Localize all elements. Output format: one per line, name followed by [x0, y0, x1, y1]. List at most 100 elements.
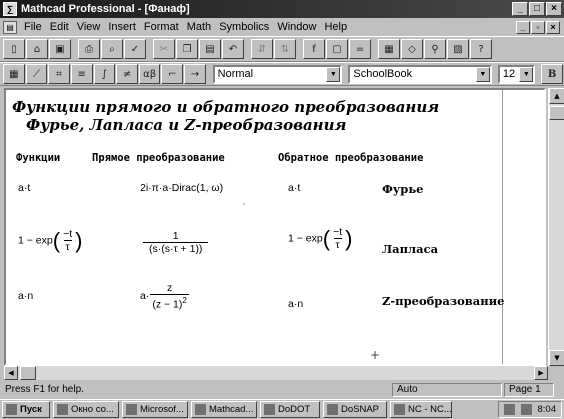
status-page: Page 1 [504, 383, 554, 397]
chevron-down-icon[interactable]: ▼ [326, 66, 341, 82]
chevron-down-icon[interactable]: ▼ [519, 66, 534, 82]
copy-icon[interactable]: ❐ [176, 39, 198, 59]
insert-graph-icon[interactable]: ▦ [378, 39, 400, 59]
speaker-icon[interactable] [520, 404, 532, 415]
symbolic-palette-icon[interactable]: → [184, 64, 206, 84]
column-header-inverse[interactable]: Обратное преобразование [278, 152, 423, 164]
function-expression-3[interactable]: a·n [18, 290, 33, 302]
menu-edit[interactable]: Edit [46, 21, 73, 33]
vertical-scroll-thumb[interactable] [549, 106, 564, 120]
print-preview-icon[interactable]: ⌕ [101, 39, 123, 59]
transform-label-fourier[interactable]: Фурье [382, 182, 423, 196]
print-icon[interactable]: ⎙ [78, 39, 100, 59]
quicksheets-icon[interactable]: ▧ [447, 39, 469, 59]
menu-bar: ▤ File Edit View Insert Format Math Symb… [0, 18, 564, 36]
right-margin-line [502, 90, 503, 364]
calculator-palette-icon[interactable]: ▦ [3, 64, 25, 84]
menu-help[interactable]: Help [320, 21, 351, 33]
menu-insert[interactable]: Insert [104, 21, 140, 33]
menu-math[interactable]: Math [183, 21, 215, 33]
undo-icon[interactable]: ↶ [222, 39, 244, 59]
horizontal-scrollbar[interactable]: ◀ ▶ [4, 366, 548, 380]
transform-label-z[interactable]: Z-преобразование [382, 294, 505, 308]
font-size-select[interactable]: 12 ▼ [497, 64, 536, 84]
minimize-button[interactable]: _ [512, 2, 528, 16]
keyboard-layout-icon[interactable] [503, 404, 515, 415]
resource-center-icon[interactable]: ⚲ [424, 39, 446, 59]
column-header-function[interactable]: Функции [16, 152, 60, 164]
cursor-mark: ' [243, 202, 246, 211]
boolean-palette-icon[interactable]: ≠ [116, 64, 138, 84]
open-folder-icon[interactable]: ⌂ [26, 39, 48, 59]
insert-unit-icon[interactable]: ▢ [326, 39, 348, 59]
clock[interactable]: 8:04 [538, 404, 557, 415]
scroll-right-icon[interactable]: ▶ [534, 366, 548, 380]
spell-check-icon[interactable]: ✓ [124, 39, 146, 59]
heading-line-1: Функции прямого и обратного преобразован… [12, 98, 440, 116]
graph-palette-icon[interactable]: ⟋ [25, 64, 48, 84]
doc-minimize-button[interactable]: _ [516, 20, 530, 34]
scroll-left-icon[interactable]: ◀ [4, 366, 18, 380]
evaluation-palette-icon[interactable]: ≡ [70, 64, 93, 84]
chevron-down-icon[interactable]: ▼ [475, 66, 490, 82]
bold-button[interactable]: B [541, 64, 563, 84]
menu-format[interactable]: Format [140, 21, 183, 33]
worksheet-heading[interactable]: Функции прямого и обратного преобразован… [12, 98, 439, 134]
menu-file[interactable]: File [20, 21, 46, 33]
help-icon[interactable]: ? [470, 39, 492, 59]
vertical-scrollbar[interactable]: ▲ ▼ [548, 88, 564, 366]
scroll-up-icon[interactable]: ▲ [549, 88, 564, 104]
nc-app-icon [394, 404, 405, 415]
maximize-button[interactable]: □ [529, 2, 545, 16]
forward-transform-3[interactable]: a· z (z − 1)2 [140, 282, 190, 311]
save-icon[interactable]: ▣ [49, 39, 71, 59]
align-across-icon[interactable]: ⇵ [251, 39, 273, 59]
align-down-icon[interactable]: ⇅ [274, 39, 296, 59]
doc-close-button[interactable]: × [546, 20, 560, 34]
inverse-transform-1[interactable]: a·t [288, 182, 300, 194]
style-select[interactable]: Normal ▼ [212, 64, 343, 84]
forward-transform-2[interactable]: 1 (s·(s·τ + 1)) [142, 230, 209, 255]
status-help-text: Press F1 for help. [5, 384, 84, 395]
inverse-fraction-2: −t τ [333, 226, 343, 251]
matrix-palette-icon[interactable]: ⌗ [48, 64, 70, 84]
taskbar-item[interactable]: Окно со... [53, 401, 119, 418]
title-bar[interactable]: ∑ Mathcad Professional - [Фанаф] _ □ × [0, 0, 564, 18]
scroll-down-icon[interactable]: ▼ [549, 350, 564, 366]
function-expression-1[interactable]: a·t [18, 182, 30, 194]
close-button[interactable]: × [546, 2, 562, 16]
cut-icon[interactable]: ✂ [153, 39, 175, 59]
taskbar-item[interactable]: NC - NC... [390, 401, 452, 418]
crosshair-cursor-icon: + [370, 348, 381, 362]
menu-view[interactable]: View [73, 21, 105, 33]
doc-restore-button[interactable]: ▫ [531, 20, 545, 34]
document-icon[interactable]: ▤ [3, 20, 17, 34]
horizontal-scroll-thumb[interactable] [20, 366, 36, 380]
format-toolbar: ▦ ⟋ ⌗ ≡ ∫ ≠ αβ ⌐ → Normal ▼ SchoolBook ▼… [0, 62, 564, 86]
inverse-transform-2[interactable]: 1 − exp(−t τ) [288, 226, 352, 251]
insert-function-icon[interactable]: f [303, 39, 325, 59]
taskbar-item[interactable]: DoDOT [260, 401, 320, 418]
function-expression-2[interactable]: 1 − exp(−t τ) [18, 228, 82, 253]
menu-window[interactable]: Window [273, 21, 320, 33]
taskbar-item[interactable]: Mathcad... [191, 401, 257, 418]
taskbar-item[interactable]: Microsof... [122, 401, 188, 418]
start-button[interactable]: Пуск [2, 401, 50, 418]
worksheet[interactable]: Функции прямого и обратного преобразован… [4, 88, 546, 366]
mathcad-app-icon[interactable]: ∑ [3, 2, 17, 16]
menu-symbolics[interactable]: Symbolics [215, 21, 273, 33]
forward-fraction-2: 1 (s·(s·τ + 1)) [143, 230, 209, 255]
forward-transform-1[interactable]: 2i·π·a·Dirac(1, ω) [140, 182, 223, 194]
programming-palette-icon[interactable]: αβ [138, 64, 161, 84]
calculus-palette-icon[interactable]: ∫ [93, 64, 116, 84]
transform-label-laplace[interactable]: Лапласа [382, 242, 438, 256]
font-select[interactable]: SchoolBook ▼ [348, 64, 492, 84]
new-file-icon[interactable]: ▯ [3, 39, 25, 59]
column-header-forward[interactable]: Прямое преобразование [92, 152, 225, 164]
paste-icon[interactable]: ▤ [199, 39, 221, 59]
insert-component-icon[interactable]: ◇ [401, 39, 423, 59]
inverse-transform-3[interactable]: a·n [288, 298, 303, 310]
calculate-icon[interactable]: = [349, 39, 371, 59]
greek-palette-icon[interactable]: ⌐ [161, 64, 184, 84]
taskbar-item[interactable]: DoSNAP [323, 401, 387, 418]
